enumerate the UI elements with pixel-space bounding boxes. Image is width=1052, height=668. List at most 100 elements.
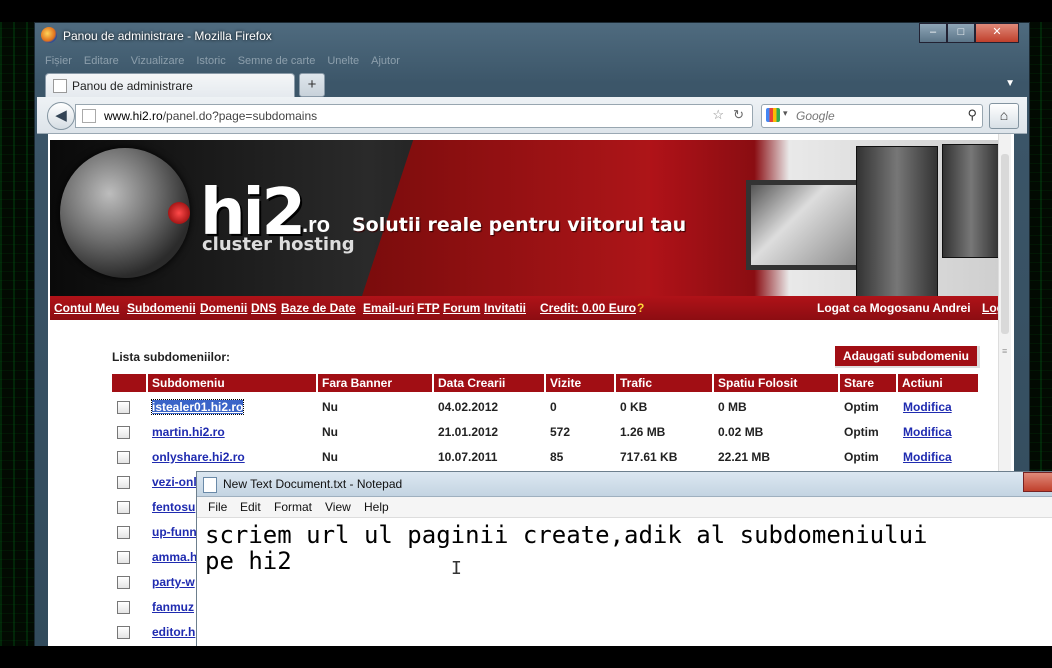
state-value: Optim [844, 400, 879, 414]
page-icon [53, 79, 67, 93]
nav-forum[interactable]: Forum [443, 301, 480, 315]
table-row: istealer01.hi2.ro Nu 04.02.2012 0 0 KB 0 MB Op… [112, 396, 978, 420]
banner-value: Nu [322, 400, 338, 414]
server-image-2 [942, 144, 1000, 258]
menu-tools[interactable]: Unelte [327, 55, 359, 67]
row-checkbox[interactable] [117, 401, 130, 414]
row-checkbox[interactable] [117, 476, 130, 489]
subdomain-name[interactable]: vezi-onl [152, 475, 197, 489]
space-value: 22.21 MB [718, 450, 771, 464]
row-checkbox[interactable] [117, 451, 130, 464]
notepad-menu-help[interactable]: Help [364, 500, 389, 514]
subdomain-name[interactable]: amma.h [152, 550, 197, 564]
header-checkbox-col [112, 374, 146, 392]
modify-link[interactable]: Modifica [903, 450, 952, 464]
notepad-close-button[interactable] [1023, 472, 1052, 492]
url-text: www.hi2.ro/panel.do?page=subdomains [104, 109, 317, 123]
row-checkbox[interactable] [117, 551, 130, 564]
menu-edit[interactable]: Editare [84, 55, 119, 67]
menu-help[interactable]: Ajutor [371, 55, 400, 67]
menu-file[interactable]: Fișier [45, 55, 72, 67]
firefox-icon [41, 27, 57, 43]
nav-ftp[interactable]: FTP [417, 301, 440, 315]
row-checkbox[interactable] [117, 576, 130, 589]
nav-credit[interactable]: Credit: 0.00 Euro [540, 301, 636, 315]
subdomain-name[interactable]: martin.hi2.ro [152, 425, 225, 439]
row-checkbox[interactable] [117, 626, 130, 639]
home-button[interactable]: ⌂ [989, 103, 1019, 129]
notepad-title: New Text Document.txt - Notepad [223, 477, 403, 491]
row-checkbox[interactable] [117, 526, 130, 539]
tab-panou[interactable]: Panou de administrare [45, 73, 295, 98]
space-value: 0.02 MB [718, 425, 764, 439]
menu-view[interactable]: Vizualizare [131, 55, 185, 67]
nav-baze-de-date[interactable]: Baze de Date [281, 301, 356, 315]
nav-dns[interactable]: DNS [251, 301, 276, 315]
site-identity-icon[interactable] [82, 109, 96, 123]
site-nav: Contul Meu Subdomenii Domenii DNS Baze d… [50, 296, 1014, 320]
title-bar: Panou de administrare - Mozilla Firefox … [35, 23, 1029, 51]
search-icon[interactable]: ⚲ [967, 107, 977, 123]
reload-icon[interactable]: ↻ [733, 107, 744, 123]
engine-dropdown-icon[interactable]: ▾ [783, 108, 788, 119]
subdomain-name[interactable]: istealer01.hi2.ro [150, 399, 245, 415]
maximize-button[interactable]: □ [947, 23, 975, 43]
site-slogan: Solutii reale pentru viitorul tau [352, 214, 687, 236]
table-row: martin.hi2.ro Nu 21.01.2012 572 1.26 MB 0.02 … [112, 421, 978, 445]
table-header: Subdomeniu Fara Banner Data Crearii Vizi… [112, 374, 978, 392]
subdomain-name[interactable]: fentosu [152, 500, 195, 514]
add-subdomain-button[interactable]: Adaugati subdomeniu [835, 346, 980, 368]
nav-invitatii[interactable]: Invitatii [484, 301, 526, 315]
address-bar[interactable]: www.hi2.ro/panel.do?page=subdomains ☆ ↻ [75, 104, 753, 128]
table-row: onlyshare.hi2.ro Nu 10.07.2011 85 717.61 KB 2… [112, 446, 978, 470]
server-image [856, 146, 938, 298]
window-title: Panou de administrare - Mozilla Firefox [63, 29, 272, 43]
menu-bar: Fișier Editare Vizualizare Istoric Semne… [45, 55, 400, 67]
google-icon[interactable] [766, 108, 780, 122]
window-controls: – □ ✕ [919, 23, 1019, 43]
close-button[interactable]: ✕ [975, 23, 1019, 43]
notepad-menu-file[interactable]: File [208, 500, 227, 514]
notepad-text-area[interactable]: scriem url ul paginii create,adik al sub… [205, 522, 1050, 574]
text-cursor-icon: I [451, 558, 462, 579]
row-checkbox[interactable] [117, 426, 130, 439]
subdomain-name[interactable]: onlyshare.hi2.ro [152, 450, 245, 464]
state-value: Optim [844, 450, 879, 464]
subdomain-name[interactable]: editor.h [152, 625, 195, 639]
notepad-menu-format[interactable]: Format [274, 500, 312, 514]
header-stare: Stare [840, 374, 896, 392]
header-trafic: Trafic [616, 374, 712, 392]
scrollbar-thumb[interactable] [1001, 154, 1009, 334]
subdomain-name[interactable]: party-w [152, 575, 195, 589]
notepad-menu-view[interactable]: View [325, 500, 351, 514]
menu-history[interactable]: Istoric [196, 55, 225, 67]
menu-bookmarks[interactable]: Semne de carte [238, 55, 316, 67]
notepad-icon [203, 477, 217, 493]
modify-link[interactable]: Modifica [903, 400, 952, 414]
nav-subdomenii[interactable]: Subdomenii [127, 301, 196, 315]
creation-date: 04.02.2012 [438, 400, 499, 414]
space-value: 0 MB [718, 400, 747, 414]
header-subdomeniu: Subdomeniu [148, 374, 316, 392]
header-vizite: Vizite [546, 374, 614, 392]
subdomain-name[interactable]: up-funn [152, 525, 197, 539]
notepad-window: New Text Document.txt - Notepad File Edi… [196, 471, 1052, 648]
back-button[interactable]: ◀ [47, 102, 75, 130]
minimize-button[interactable]: – [919, 23, 947, 43]
new-tab-button[interactable]: + [299, 73, 325, 97]
home-icon: ⌂ [999, 107, 1009, 123]
row-checkbox[interactable] [117, 501, 130, 514]
subdomain-name[interactable]: fanmuz [152, 600, 194, 614]
credit-help-icon[interactable]: ? [637, 301, 644, 315]
notepad-title-bar: New Text Document.txt - Notepad [197, 472, 1052, 497]
search-bar[interactable]: ▾ Google ⚲ [761, 104, 983, 128]
modify-link[interactable]: Modifica [903, 425, 952, 439]
notepad-line-2: pe hi2 [205, 547, 292, 575]
row-checkbox[interactable] [117, 601, 130, 614]
nav-email-uri[interactable]: Email-uri [363, 301, 414, 315]
nav-domenii[interactable]: Domenii [200, 301, 247, 315]
nav-contul-meu[interactable]: Contul Meu [54, 301, 119, 315]
tab-list-icon[interactable]: ▼ [1005, 78, 1015, 89]
bookmark-star-icon[interactable]: ☆ [712, 107, 724, 123]
notepad-menu-edit[interactable]: Edit [240, 500, 261, 514]
